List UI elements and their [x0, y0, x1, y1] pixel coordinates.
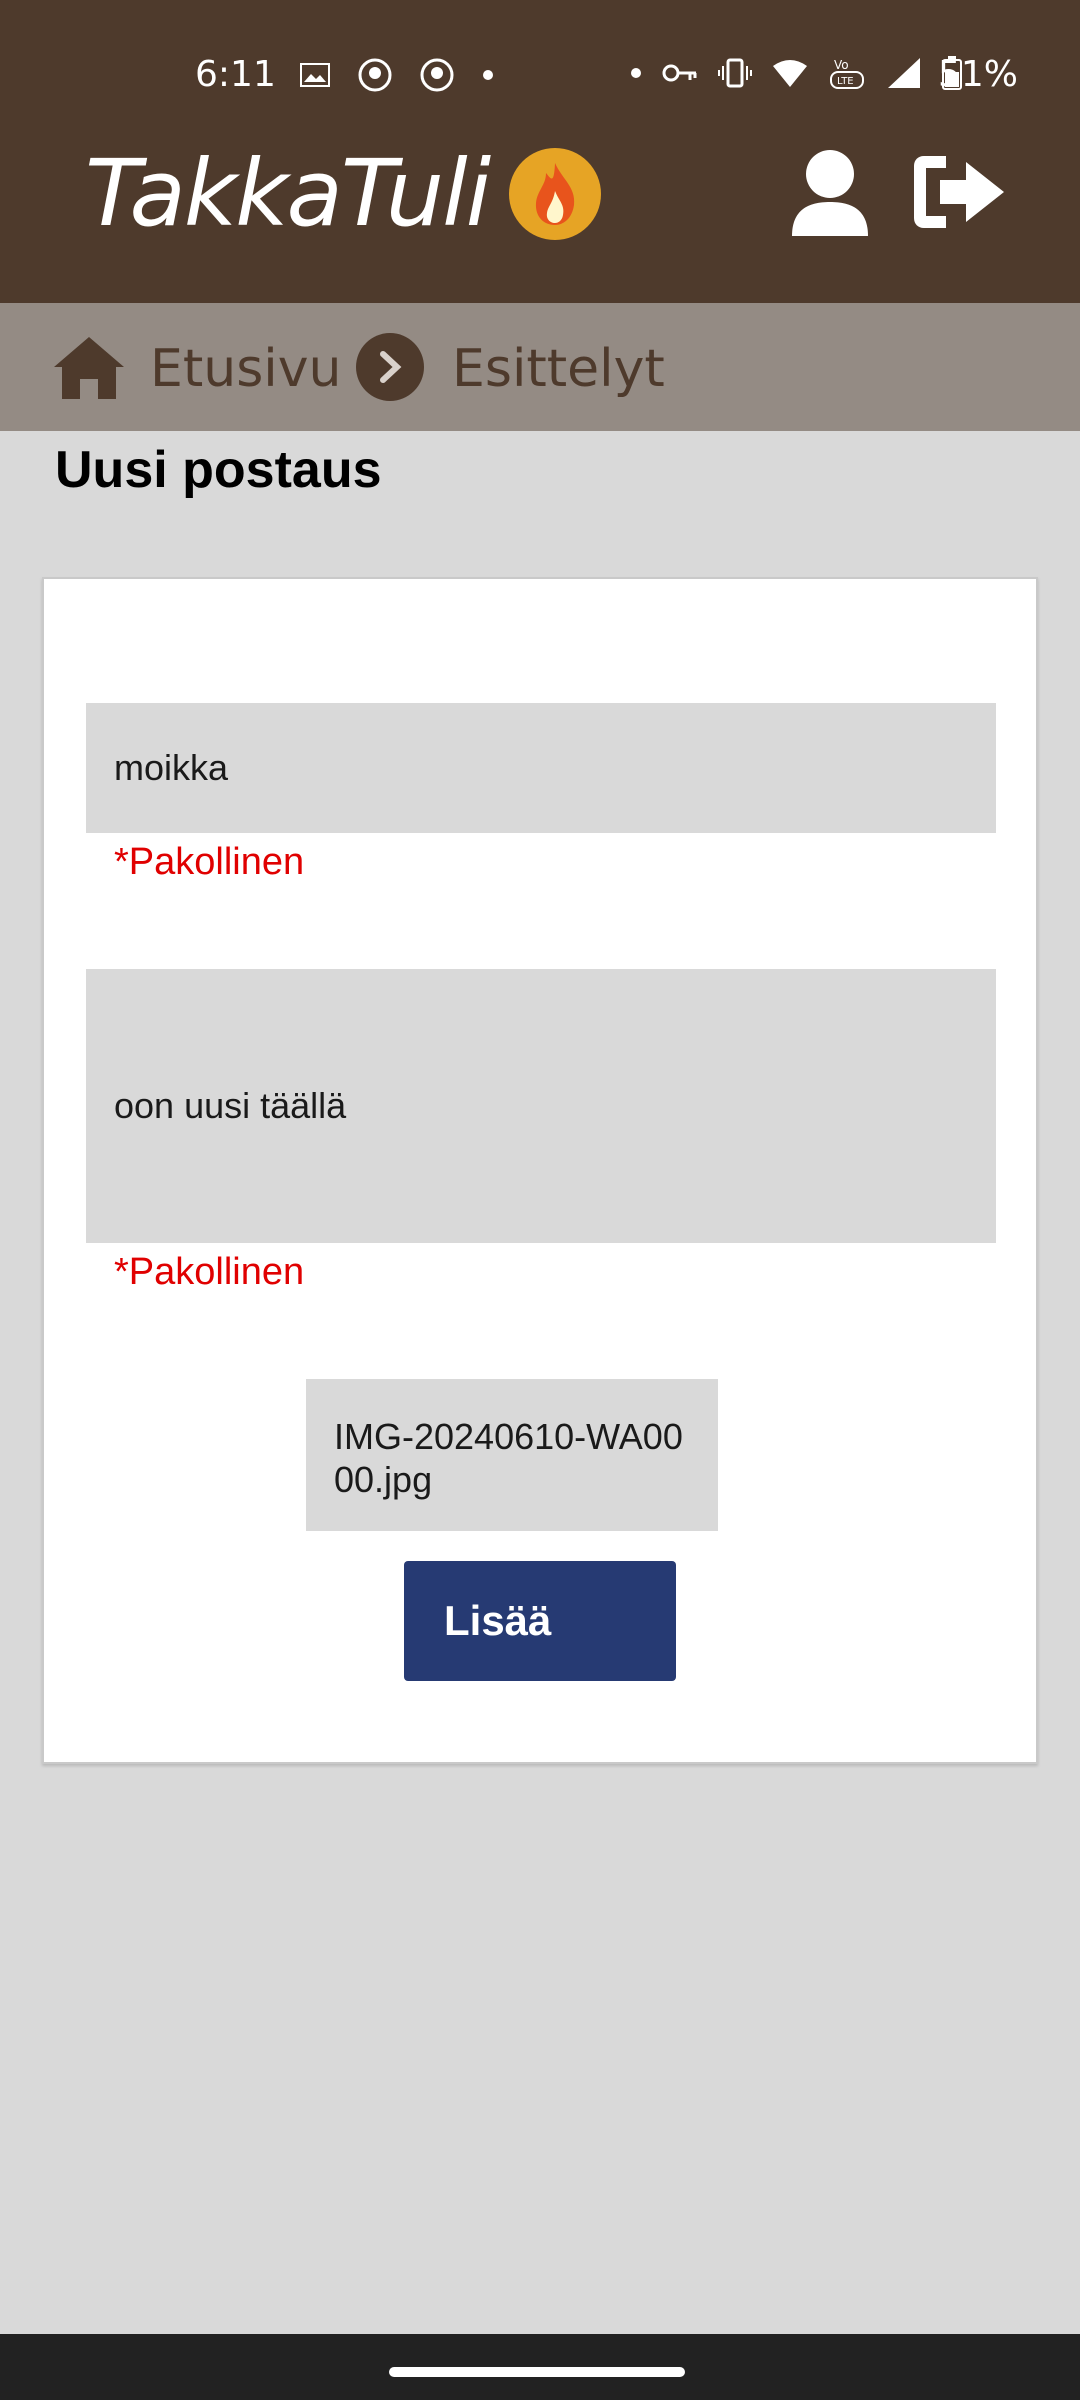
dot-icon	[483, 70, 493, 80]
status-time: 6:11	[195, 54, 276, 95]
breadcrumb-home-link[interactable]: Etusivu	[150, 339, 341, 399]
svg-text:LTE: LTE	[837, 76, 854, 87]
status-bar: 6:11 Vo LTE 51%	[0, 40, 1080, 110]
dot-icon	[631, 68, 641, 78]
breadcrumb-current[interactable]: Esittelyt	[452, 339, 665, 399]
flame-icon	[509, 147, 602, 240]
app-notification-icon	[358, 58, 392, 92]
user-profile-icon[interactable]	[790, 148, 870, 238]
breadcrumb: Etusivu Esittelyt	[0, 303, 1080, 431]
logout-icon[interactable]	[910, 152, 1010, 232]
takkatuli-logo[interactable]: TakkaTuli	[85, 140, 602, 247]
title-input[interactable]: moikka	[86, 703, 996, 833]
title-required-label: *Pakollinen	[114, 841, 305, 883]
chevron-right-icon	[356, 333, 424, 401]
vpn-key-icon	[662, 64, 697, 82]
file-picker[interactable]: IMG-20240610-WA0000.jpg	[306, 1379, 718, 1531]
system-nav-bar	[0, 2334, 1080, 2400]
wifi-icon	[773, 60, 807, 87]
home-icon[interactable]	[52, 335, 126, 401]
logo-text: TakkaTuli	[85, 140, 491, 247]
home-gesture-handle[interactable]	[389, 2367, 685, 2377]
page-title: Uusi postaus	[55, 441, 382, 499]
title-input-value: moikka	[114, 747, 229, 788]
app-notification-icon	[420, 58, 454, 92]
app-header: 6:11 Vo LTE 51% TakkaTuli	[0, 0, 1080, 303]
submit-button[interactable]: Lisää	[404, 1561, 676, 1681]
vibrate-icon	[718, 58, 752, 88]
image-icon	[300, 63, 330, 87]
signal-icon	[888, 58, 920, 88]
volte-icon: Vo LTE	[830, 58, 864, 89]
body-textarea[interactable]: oon uusi täällä	[86, 969, 996, 1243]
battery-percent: 51%	[937, 54, 1018, 95]
svg-text:Vo: Vo	[834, 58, 849, 72]
body-required-label: *Pakollinen	[114, 1251, 305, 1293]
new-post-form: moikka *Pakollinen oon uusi täällä *Pako…	[42, 577, 1038, 1764]
body-textarea-value: oon uusi täällä	[114, 1085, 347, 1126]
